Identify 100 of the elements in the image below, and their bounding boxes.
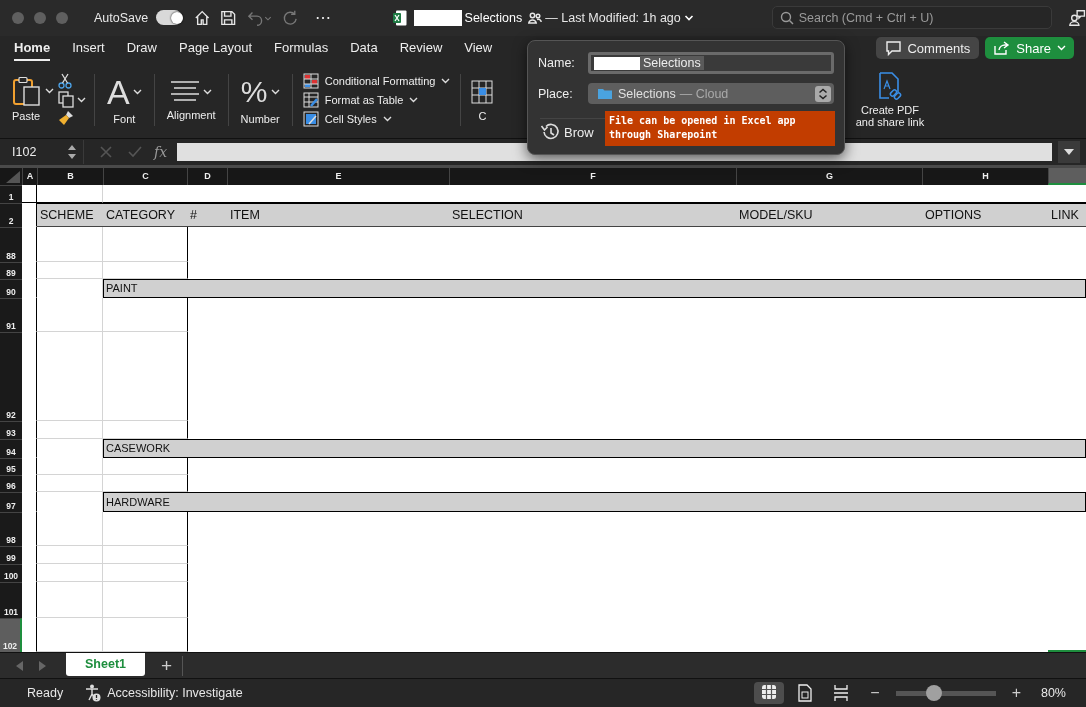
caret-icon[interactable]	[203, 88, 213, 95]
pdf-link-icon[interactable]	[877, 71, 903, 100]
brush-icon[interactable]	[58, 110, 74, 127]
row-header[interactable]: 97	[0, 491, 22, 512]
table-cell	[37, 457, 103, 475]
table-cell	[22, 184, 37, 203]
row-header[interactable]: 91	[0, 297, 22, 332]
chevron-down-icon[interactable]	[683, 13, 694, 22]
add-sheet-button[interactable]: +	[159, 655, 184, 676]
feedback-icon[interactable]	[1067, 7, 1086, 28]
header-cell: ITEM	[227, 202, 449, 227]
search-field[interactable]: Search (Cmd + Ctrl + U)	[771, 6, 1052, 30]
caret-icon[interactable]	[132, 88, 142, 95]
style-menu-button[interactable]: Format as Table	[302, 91, 419, 108]
ribbon-tab[interactable]: Page Layout	[179, 35, 252, 61]
history-icon[interactable]	[540, 122, 560, 142]
table-cell	[37, 474, 103, 492]
expand-icon[interactable]	[1058, 140, 1080, 163]
table-cell	[37, 617, 103, 652]
cell-styles-icon	[302, 110, 319, 127]
cells-icon[interactable]	[471, 77, 494, 106]
accessibility-icon[interactable]	[85, 684, 102, 703]
create-pdf-label[interactable]: Create PDF and share link	[854, 103, 926, 128]
autosave-toggle[interactable]	[156, 10, 182, 26]
zoom-in-button[interactable]: +	[1011, 684, 1021, 703]
cells-label[interactable]: C	[478, 109, 487, 122]
place-dropdown[interactable]: Selections — Cloud	[588, 83, 834, 104]
normal-view-button[interactable]	[754, 682, 785, 705]
page-layout-icon	[797, 684, 814, 703]
column-header[interactable]: C	[103, 167, 187, 185]
column-header[interactable]: A	[22, 167, 37, 185]
column-header[interactable]: F	[449, 167, 736, 185]
comment-icon	[885, 40, 903, 57]
row-header[interactable]: 2	[0, 202, 22, 227]
redaction-box	[413, 9, 462, 26]
style-menu-button[interactable]: Conditional Formatting	[302, 72, 451, 89]
column-header[interactable]: B	[37, 167, 103, 185]
save-icon[interactable]	[220, 8, 237, 27]
caret-icon[interactable]	[77, 96, 86, 103]
sheet-tab[interactable]: Sheet1	[66, 652, 145, 676]
next-sheet-icon[interactable]	[38, 660, 46, 671]
column-header[interactable]: E	[227, 167, 449, 185]
zoom-slider-thumb[interactable]	[926, 685, 942, 702]
name-field[interactable]: Selections	[588, 52, 834, 74]
style-menu-button[interactable]: Cell Styles	[302, 110, 392, 127]
row-header[interactable]: 98	[0, 511, 22, 546]
number-label[interactable]: Number	[240, 112, 280, 125]
accessibility-status[interactable]: Accessibility: Investigate	[107, 686, 243, 701]
copy-icon[interactable]	[58, 91, 74, 109]
redo-icon[interactable]	[282, 8, 299, 27]
caret-icon	[1057, 45, 1066, 52]
clipboard-icon[interactable]	[12, 75, 42, 106]
name-box[interactable]: I102	[0, 139, 84, 164]
zoom-level[interactable]: 80%	[1040, 686, 1066, 701]
column-header[interactable]: D	[187, 167, 227, 185]
browse-button[interactable]: Brow	[564, 124, 594, 140]
caret-icon[interactable]	[45, 87, 54, 94]
font-label[interactable]: Font	[113, 112, 136, 125]
name-label: Name:	[538, 56, 576, 70]
scissors-icon[interactable]	[58, 73, 72, 90]
excel-file-icon	[392, 9, 407, 26]
ribbon-tab[interactable]: Home	[14, 35, 51, 61]
search-icon	[779, 11, 794, 26]
table-cell	[37, 420, 103, 439]
row-header[interactable]: 102	[0, 617, 22, 652]
folder-icon	[598, 88, 612, 99]
caret-icon	[441, 77, 451, 84]
table-cell	[37, 297, 103, 332]
paste-label[interactable]: Paste	[12, 109, 41, 122]
row-header[interactable]: 92	[0, 331, 22, 421]
header-cell: SCHEME	[37, 202, 103, 227]
place-label: Place:	[538, 86, 574, 101]
status-text: Ready	[27, 686, 64, 701]
alignment-label[interactable]: Alignment	[166, 108, 216, 121]
page-break-icon	[833, 684, 850, 703]
row-header[interactable]: 101	[0, 581, 22, 618]
redaction-box	[594, 56, 640, 70]
caret-icon[interactable]	[270, 88, 280, 95]
home-icon[interactable]	[193, 8, 211, 27]
row-header[interactable]: 88	[0, 226, 22, 262]
column-header[interactable]: G	[736, 167, 922, 185]
previous-sheet-icon[interactable]	[16, 660, 24, 671]
more-button[interactable]: ⋯	[314, 8, 331, 28]
ribbon-tab[interactable]: Review	[399, 35, 443, 61]
ribbon-tab[interactable]: Formulas	[274, 35, 329, 61]
place-location: — Cloud	[679, 86, 729, 101]
zoom-out-button[interactable]: −	[870, 684, 880, 703]
ribbon-tab[interactable]: Draw	[126, 35, 157, 61]
percent-icon[interactable]: %	[240, 74, 268, 109]
header-cell: LINK	[1048, 202, 1086, 227]
ribbon-tab[interactable]: View	[464, 35, 493, 61]
stepper-icon	[815, 85, 831, 102]
ribbon-tab[interactable]: Insert	[72, 35, 105, 61]
share-button[interactable]: Share	[985, 37, 1074, 60]
ribbon-tab[interactable]: Data	[350, 35, 378, 61]
comments-button[interactable]: Comments	[876, 37, 980, 60]
function-button[interactable]: fx	[154, 143, 168, 160]
annotation-note: File can be opened in Excel app through Sharepoint	[605, 111, 835, 146]
section-band: CASEWORK	[103, 438, 1086, 458]
font-icon[interactable]: A	[107, 74, 130, 109]
